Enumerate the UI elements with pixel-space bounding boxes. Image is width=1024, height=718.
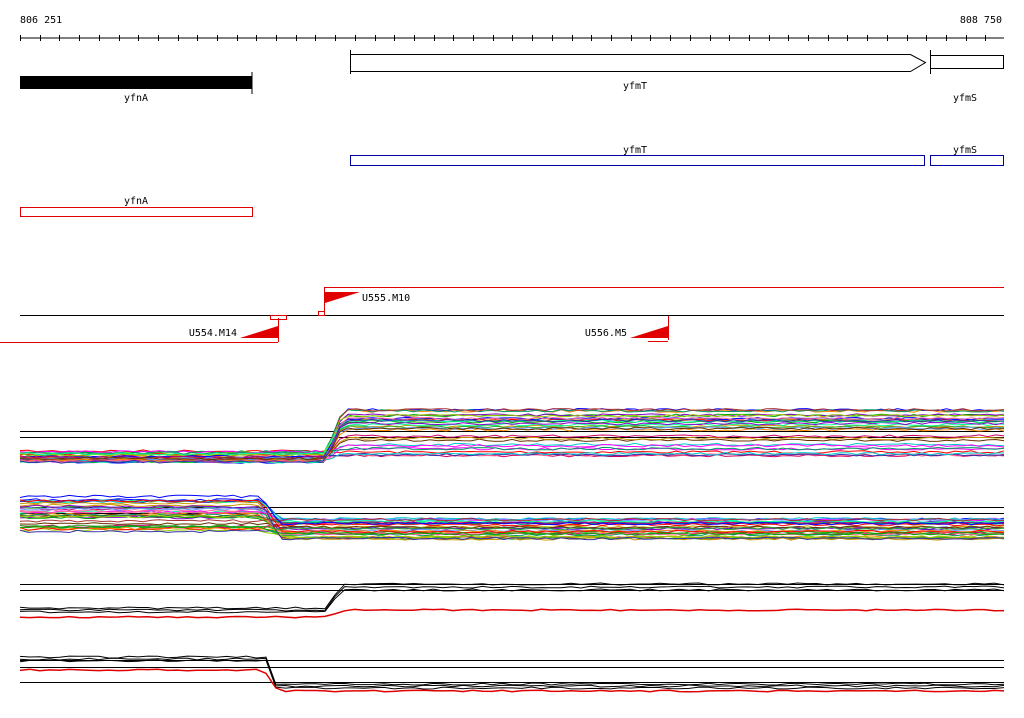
feature-U555-flag[interactable] (325, 292, 360, 303)
gene-track-2: yfmT yfmS (350, 145, 1004, 166)
feature-U555-anchor (318, 311, 325, 316)
gene-yfnA-label: yfnA (124, 93, 148, 104)
expression-panel-forward-summary (19, 582, 1005, 619)
gene-yfmT-label: yfmT (623, 81, 647, 92)
feature-U554-label: U554.M14 (189, 328, 237, 339)
gene-yfmT-arrow[interactable] (350, 54, 927, 72)
coordinate-ruler: 806 251 808 750 (20, 15, 1004, 41)
gene-yfmT-label-2: yfmT (623, 145, 647, 156)
gene-yfnA-box[interactable] (20, 207, 253, 217)
gene-yfmS-box[interactable] (930, 155, 1004, 166)
gene-yfnA-label-3: yfnA (124, 196, 148, 207)
gene-yfmT-box[interactable] (350, 155, 925, 166)
gene-yfmS-label-2: yfmS (953, 145, 977, 156)
expression-panel-reverse-multi (19, 494, 1005, 541)
gene-track-1: yfnA yfmT yfmS (20, 50, 1004, 104)
gene-yfmS-label: yfmS (953, 93, 977, 104)
panel3-trace-red (19, 608, 1005, 619)
gene-track-3: yfnA (20, 196, 253, 217)
expression-panel-forward-multi (19, 407, 1005, 464)
gene-yfmS-block[interactable] (930, 55, 1004, 69)
feature-track: U555.M10 U554.M14 U556.M5 (0, 287, 1004, 343)
ruler-end-label: 808 750 (960, 15, 1002, 26)
feature-U555-label: U555.M10 (362, 293, 410, 304)
genome-track-canvas: 806 251 808 750 yfnA yfmT yfmS yfmT yfmS… (0, 15, 1005, 693)
feature-U556-flag[interactable] (630, 326, 668, 338)
feature-U556-label: U556.M5 (585, 328, 627, 339)
ruler-start-label: 806 251 (20, 15, 62, 26)
expression-panel-reverse-summary (19, 655, 1005, 693)
genome-browser-view: 806 251 808 750 yfnA yfmT yfmS yfmT yfmS… (0, 0, 1024, 714)
gene-yfnA-block[interactable] (20, 76, 252, 89)
feature-U554-flag[interactable] (240, 326, 278, 338)
